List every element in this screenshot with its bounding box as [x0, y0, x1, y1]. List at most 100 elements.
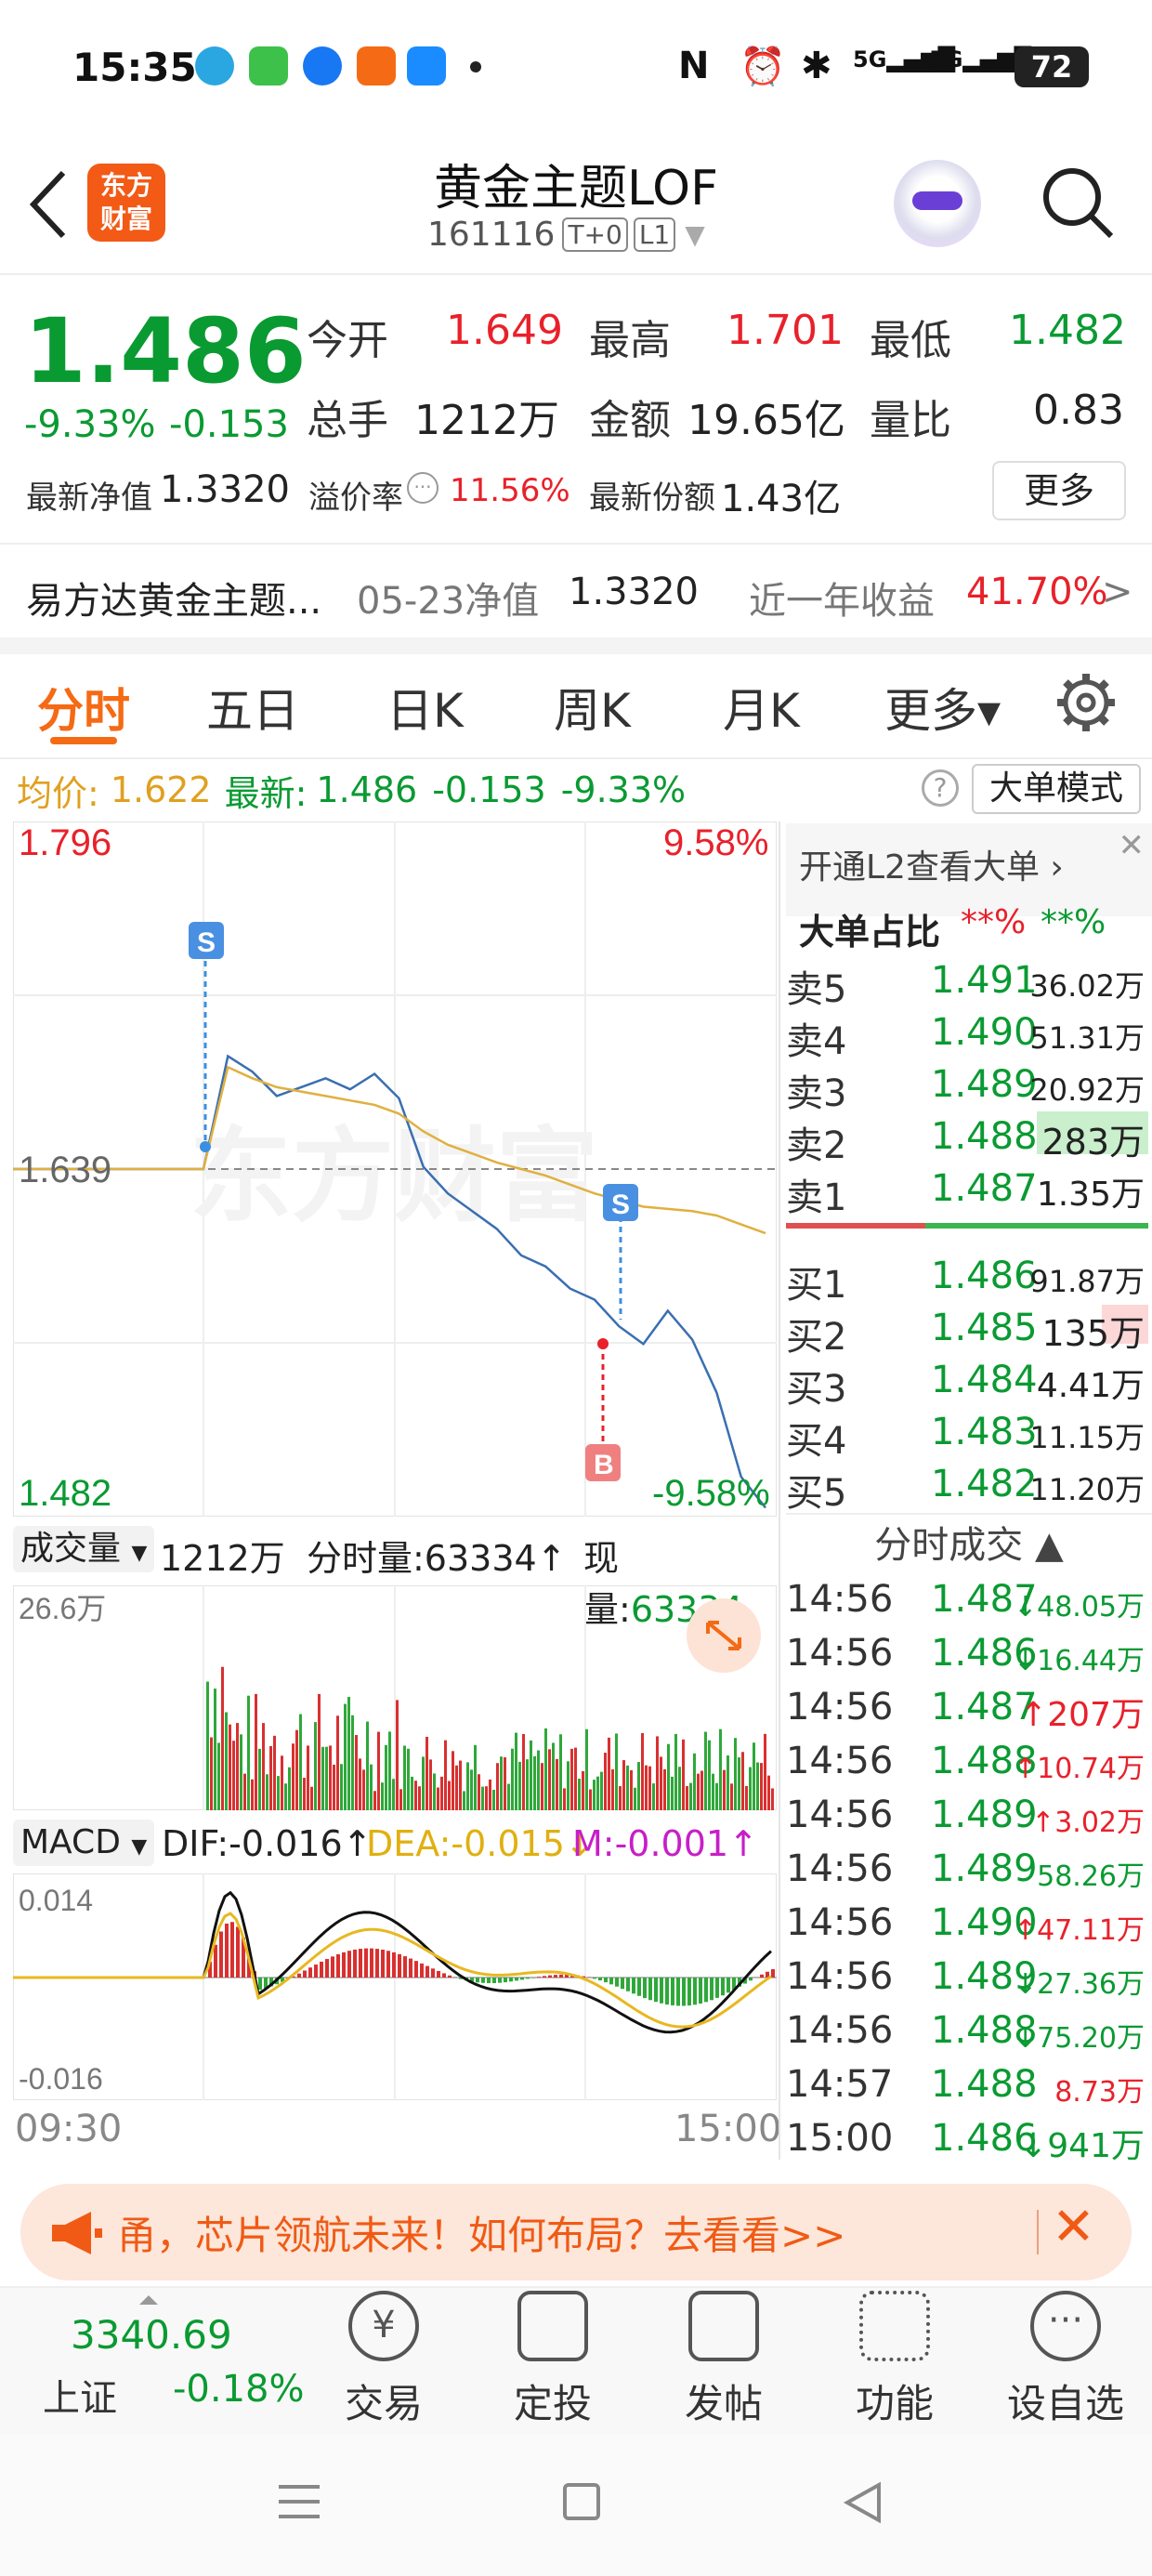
sell-marker-label: S	[611, 1189, 630, 1220]
nav-add-watchlist[interactable]: ··· 设自选	[1005, 2291, 1126, 2429]
macd-bar	[442, 1973, 446, 1978]
nav-functions[interactable]: 功能	[834, 2291, 955, 2429]
pct-top-label: 9.58%	[663, 822, 768, 863]
volume-bar	[656, 1736, 659, 1810]
back-nav-icon[interactable]	[842, 2481, 883, 2524]
price-chart[interactable]: 东方财富 1.796 1.639 1.482 9.58% -9.58% S S …	[13, 821, 777, 1517]
more-button[interactable]: 更多	[992, 461, 1126, 520]
macd-chart[interactable]: 0.014 -0.016	[13, 1873, 777, 2100]
help-icon[interactable]: ?	[922, 769, 959, 807]
volume-bar	[325, 1746, 328, 1810]
buy-level-4[interactable]: 买4 1.483 11.15万	[786, 1405, 1152, 1463]
volume-bar	[310, 1786, 313, 1810]
macd-bar	[537, 1977, 541, 1978]
macd-bar	[347, 1951, 351, 1978]
l2-promo[interactable]: 开通L2查看大单 › ✕	[786, 823, 1152, 916]
amount-label: 金额	[589, 397, 671, 444]
tick-row: 14:56 1.489 ↑3.02万	[786, 1794, 1145, 1839]
macd-bar	[364, 1948, 368, 1978]
index-change: -0.18%	[173, 2368, 305, 2411]
macd-bar	[297, 1973, 301, 1978]
volume-bar	[530, 1740, 532, 1810]
volume-bar	[433, 1773, 436, 1810]
volume-chart[interactable]: 26.6万	[13, 1585, 777, 1810]
nav-invest[interactable]: 定投	[492, 2291, 613, 2429]
tab-monthly-k[interactable]: 月K	[723, 674, 800, 741]
nav-label: 发帖	[684, 2381, 763, 2426]
macd-bar	[392, 1952, 396, 1978]
tick-row: 14:56 1.486 ↓16.44万	[786, 1632, 1145, 1677]
volume-total: 1212万	[160, 1538, 285, 1579]
volume-bar	[541, 1763, 543, 1810]
buy-level-5[interactable]: 买5 1.482 11.20万	[786, 1457, 1152, 1515]
tab-intraday[interactable]: 分时	[37, 674, 130, 741]
macd-bar	[559, 1974, 563, 1978]
volume-bar	[277, 1776, 280, 1810]
amount-value: 19.65亿	[687, 397, 845, 444]
sell-level-3[interactable]: 卖3 1.489 20.92万	[786, 1058, 1152, 1115]
volume-bar	[414, 1781, 417, 1810]
yen-icon: ¥	[348, 2291, 419, 2361]
volume-bar	[463, 1791, 465, 1810]
pct-bottom-label: -9.58%	[652, 1473, 770, 1514]
volume-bar	[615, 1733, 618, 1810]
macd-bar	[359, 1949, 362, 1978]
fund-code: 161116	[427, 216, 556, 254]
watermark: 东方财富	[190, 1120, 598, 1234]
macd-indicator-selector[interactable]: MACD ▼	[13, 1820, 155, 1866]
settings-gear-icon[interactable]	[1054, 670, 1119, 735]
macd-bar	[621, 1978, 624, 1990]
chevron-right-icon: >	[1102, 571, 1133, 613]
macd-bar	[398, 1953, 401, 1978]
volume-bar	[210, 1737, 213, 1810]
latest-change: -0.153	[432, 769, 546, 810]
volume-bar	[333, 1764, 335, 1810]
volume-indicator-selector[interactable]: 成交量 ▼	[13, 1526, 155, 1572]
tick-list-title[interactable]: 分时成交 ▲	[786, 1515, 1152, 1569]
buy-marker[interactable]: B	[585, 1338, 621, 1481]
menu-icon[interactable]	[279, 2485, 320, 2518]
tick-row: 14:56 1.489 ↓27.36万	[786, 1955, 1145, 2001]
home-icon[interactable]	[563, 2483, 600, 2520]
nav-post[interactable]: 发帖	[663, 2291, 784, 2429]
sell-marker-1[interactable]: S	[189, 922, 224, 1152]
volume-bar	[626, 1765, 629, 1810]
volume-bar	[738, 1757, 740, 1810]
search-icon[interactable]	[1039, 164, 1117, 242]
tab-weekly-k[interactable]: 周K	[554, 674, 631, 741]
status-time: 15:35	[72, 45, 197, 90]
volume-bar	[355, 1735, 358, 1810]
tab-daily-k[interactable]: 日K	[386, 674, 464, 741]
buy-level-3[interactable]: 买3 1.484 4.41万	[786, 1353, 1152, 1411]
sell-level-5[interactable]: 卖5 1.491 36.02万	[786, 953, 1152, 1011]
macd-bar	[431, 1968, 435, 1978]
open-label: 今开	[307, 317, 388, 364]
sell-level-2[interactable]: 卖2 1.488 283万	[786, 1110, 1152, 1167]
ratio-green: **%	[1041, 903, 1106, 941]
expand-icon[interactable]	[687, 1598, 761, 1673]
tab-more[interactable]: 更多▾	[884, 674, 1001, 741]
fs-volume: 分时量:63334↑	[307, 1538, 567, 1579]
macd-header: MACD ▼ DIF:-0.016↑ DEA:-0.015↓ M:-0.001↑	[13, 1818, 777, 1870]
close-banner-icon[interactable]: ✕	[1052, 2197, 1095, 2257]
sell-level-1[interactable]: 卖1 1.487 1.35万	[786, 1162, 1152, 1219]
nav-date-label: 05-23净值	[357, 580, 540, 623]
close-promo-icon[interactable]: ✕	[1119, 827, 1145, 864]
info-icon[interactable]: ···	[407, 472, 439, 504]
nav-trade[interactable]: ¥ 交易	[323, 2291, 444, 2429]
sell-marker-2[interactable]: S	[603, 1184, 638, 1320]
volume-bar	[299, 1714, 302, 1810]
fund-code-row[interactable]: 161116 T+0 L1 ▼	[427, 216, 705, 254]
fund-info-row[interactable]: 易方达黄金主题... 05-23净值 1.3320 近一年收益 41.70% >	[0, 545, 1152, 637]
volume-bar	[437, 1787, 439, 1810]
open-value: 1.649	[446, 307, 563, 354]
promo-banner[interactable]: 甬，芯片领航未来！如何布局？去看看>> ✕	[20, 2184, 1132, 2280]
buy-level-2[interactable]: 买2 1.485 135万	[786, 1301, 1152, 1359]
buy-level-1[interactable]: 买1 1.486 91.87万	[786, 1249, 1152, 1307]
tab-5day[interactable]: 五日	[206, 674, 299, 741]
large-order-mode-button[interactable]: 大单模式	[972, 764, 1141, 814]
robot-assistant-icon[interactable]	[894, 160, 981, 247]
sell-level-4[interactable]: 卖4 1.490 51.31万	[786, 1005, 1152, 1063]
volume-bar	[485, 1786, 488, 1810]
volume-bar	[719, 1728, 722, 1810]
